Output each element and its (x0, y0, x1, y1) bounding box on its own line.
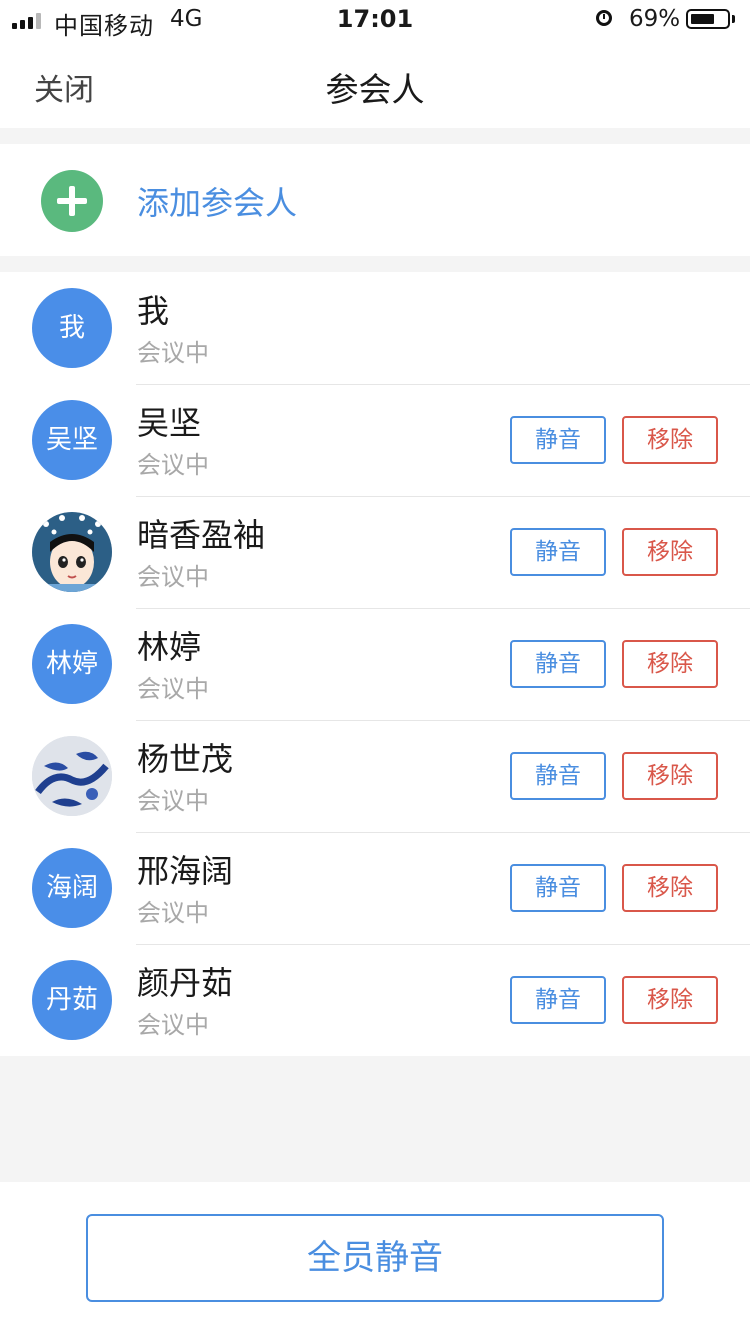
mute-button[interactable]: 静音 (510, 416, 606, 464)
alarm-icon (596, 10, 612, 26)
row-divider (136, 832, 750, 833)
participant-list: 我我会议中 吴坚 吴坚 会议中 静音 移除 暗香盈袖 会议中 静音 移除 林婷 林婷 会议中 静音 移除 杨世… (0, 272, 750, 1056)
participant-name: 颜丹茹 (137, 964, 234, 1002)
avatar: 吴坚 (32, 400, 112, 480)
avatar-photo (32, 736, 112, 816)
participant-status: 会议中 (137, 1011, 209, 1039)
footer: 全员静音 (0, 1182, 750, 1334)
participant-row: 我我会议中 (0, 272, 750, 384)
participant-status: 会议中 (137, 451, 209, 479)
avatar-photo (32, 512, 112, 592)
battery-tip (732, 15, 735, 23)
participant-row: 丹茹 颜丹茹会议中 静音 移除 (0, 944, 750, 1056)
participant-name: 杨世茂 (137, 740, 234, 778)
participant-status: 会议中 (137, 563, 209, 591)
mute-button[interactable]: 静音 (510, 640, 606, 688)
participant-status: 会议中 (137, 339, 209, 367)
participant-name: 邢海阔 (137, 852, 234, 890)
avatar: 丹茹 (32, 960, 112, 1040)
participant-row: 吴坚 吴坚 会议中 静音 移除 (0, 384, 750, 496)
participant-status: 会议中 (137, 787, 209, 815)
mute-all-button[interactable]: 全员静音 (86, 1214, 664, 1302)
mute-button[interactable]: 静音 (510, 528, 606, 576)
row-divider (136, 720, 750, 721)
avatar: 海阔 (32, 848, 112, 928)
remove-button[interactable]: 移除 (622, 528, 718, 576)
battery-icon (686, 9, 730, 29)
remove-button[interactable]: 移除 (622, 416, 718, 464)
page-title: 参会人 (325, 70, 425, 109)
status-bar: 中国移动 4G 17:01 69% (0, 0, 750, 40)
remove-button[interactable]: 移除 (622, 976, 718, 1024)
battery-percent: 69% (629, 6, 681, 32)
mute-button[interactable]: 静音 (510, 864, 606, 912)
mute-button[interactable]: 静音 (510, 752, 606, 800)
plus-circle-icon[interactable] (41, 170, 103, 232)
row-divider (136, 944, 750, 945)
row-divider (136, 384, 750, 385)
row-divider (136, 496, 750, 497)
remove-button[interactable]: 移除 (622, 864, 718, 912)
participant-name: 林婷 (137, 628, 202, 666)
participant-status: 会议中 (137, 675, 209, 703)
participant-row: 林婷 林婷 会议中 静音 移除 (0, 608, 750, 720)
mute-button[interactable]: 静音 (510, 976, 606, 1024)
participant-status: 会议中 (137, 899, 209, 927)
participant-row: 杨世茂会议中 静音 移除 (0, 720, 750, 832)
avatar: 林婷 (32, 624, 112, 704)
avatar: 我 (32, 288, 112, 368)
participant-name: 吴坚 (137, 404, 202, 442)
remove-button[interactable]: 移除 (622, 640, 718, 688)
participant-name: 暗香盈袖 (137, 516, 266, 554)
participant-name: 我 (137, 292, 170, 330)
remove-button[interactable]: 移除 (622, 752, 718, 800)
add-participant-label[interactable]: 添加参会人 (137, 178, 297, 224)
nav-bar: 关闭 参会人 (0, 40, 750, 128)
participant-row: 海阔 邢海阔会议中 静音 移除 (0, 832, 750, 944)
add-participant-row[interactable]: 添加参会人 (0, 144, 750, 256)
row-divider (136, 608, 750, 609)
participant-row: 暗香盈袖会议中 静音 移除 (0, 496, 750, 608)
